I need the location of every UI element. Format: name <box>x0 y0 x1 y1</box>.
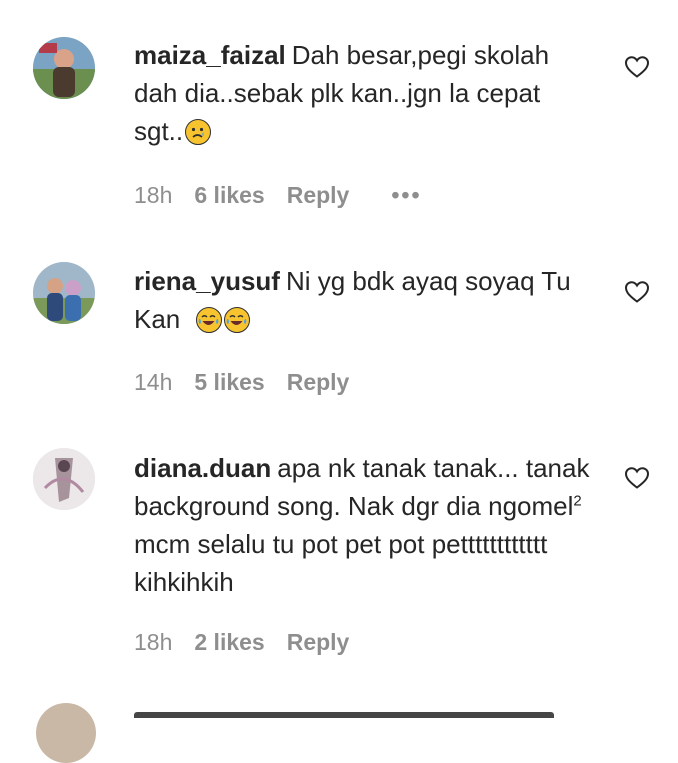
username-link[interactable]: riena_yusuf <box>134 266 280 296</box>
likes-count[interactable]: 6 likes <box>194 182 264 208</box>
username-link[interactable]: diana.duan <box>134 453 271 483</box>
reply-button[interactable]: Reply <box>287 182 350 208</box>
comment-meta: 14h 5 likes Reply <box>134 367 371 397</box>
reply-button[interactable]: Reply <box>287 629 350 655</box>
heart-outline-icon[interactable] <box>624 280 650 304</box>
likes-count[interactable]: 5 likes <box>194 369 264 395</box>
likes-count[interactable]: 2 likes <box>194 629 264 655</box>
comment-meta: 18h 6 likes Reply ••• <box>134 180 444 210</box>
comment-text: maiza_faizal Dah besar,pegi skolah dah di… <box>134 36 592 150</box>
comment-time: 18h <box>134 182 173 208</box>
heart-outline-icon[interactable] <box>624 55 650 79</box>
comment-text: diana.duan apa nk tanak tanak... tanak ba… <box>134 449 592 601</box>
comment-time: 14h <box>134 369 173 395</box>
reply-button[interactable]: Reply <box>287 369 350 395</box>
avatar[interactable] <box>33 448 95 510</box>
heart-outline-icon[interactable] <box>624 466 650 490</box>
tears-of-joy-icon <box>223 307 250 333</box>
avatar[interactable] <box>36 703 96 763</box>
comment-text: riena_yusuf Ni yg bdk ayaq soyaq Tu Kan <box>134 262 592 338</box>
avatar[interactable] <box>33 37 95 99</box>
tears-of-joy-icon <box>195 307 222 333</box>
crying-face-icon <box>185 119 212 145</box>
comment-text-cutoff <box>134 704 554 718</box>
comment-meta: 18h 2 likes Reply <box>134 627 371 657</box>
comment-time: 18h <box>134 629 173 655</box>
more-options-icon[interactable]: ••• <box>391 182 421 208</box>
username-link[interactable]: maiza_faizal <box>134 40 286 70</box>
comment-body-cont: mcm selalu tu pot pet pot petttttttttttt… <box>134 529 548 597</box>
avatar[interactable] <box>33 262 95 324</box>
superscript: 2 <box>573 492 582 510</box>
